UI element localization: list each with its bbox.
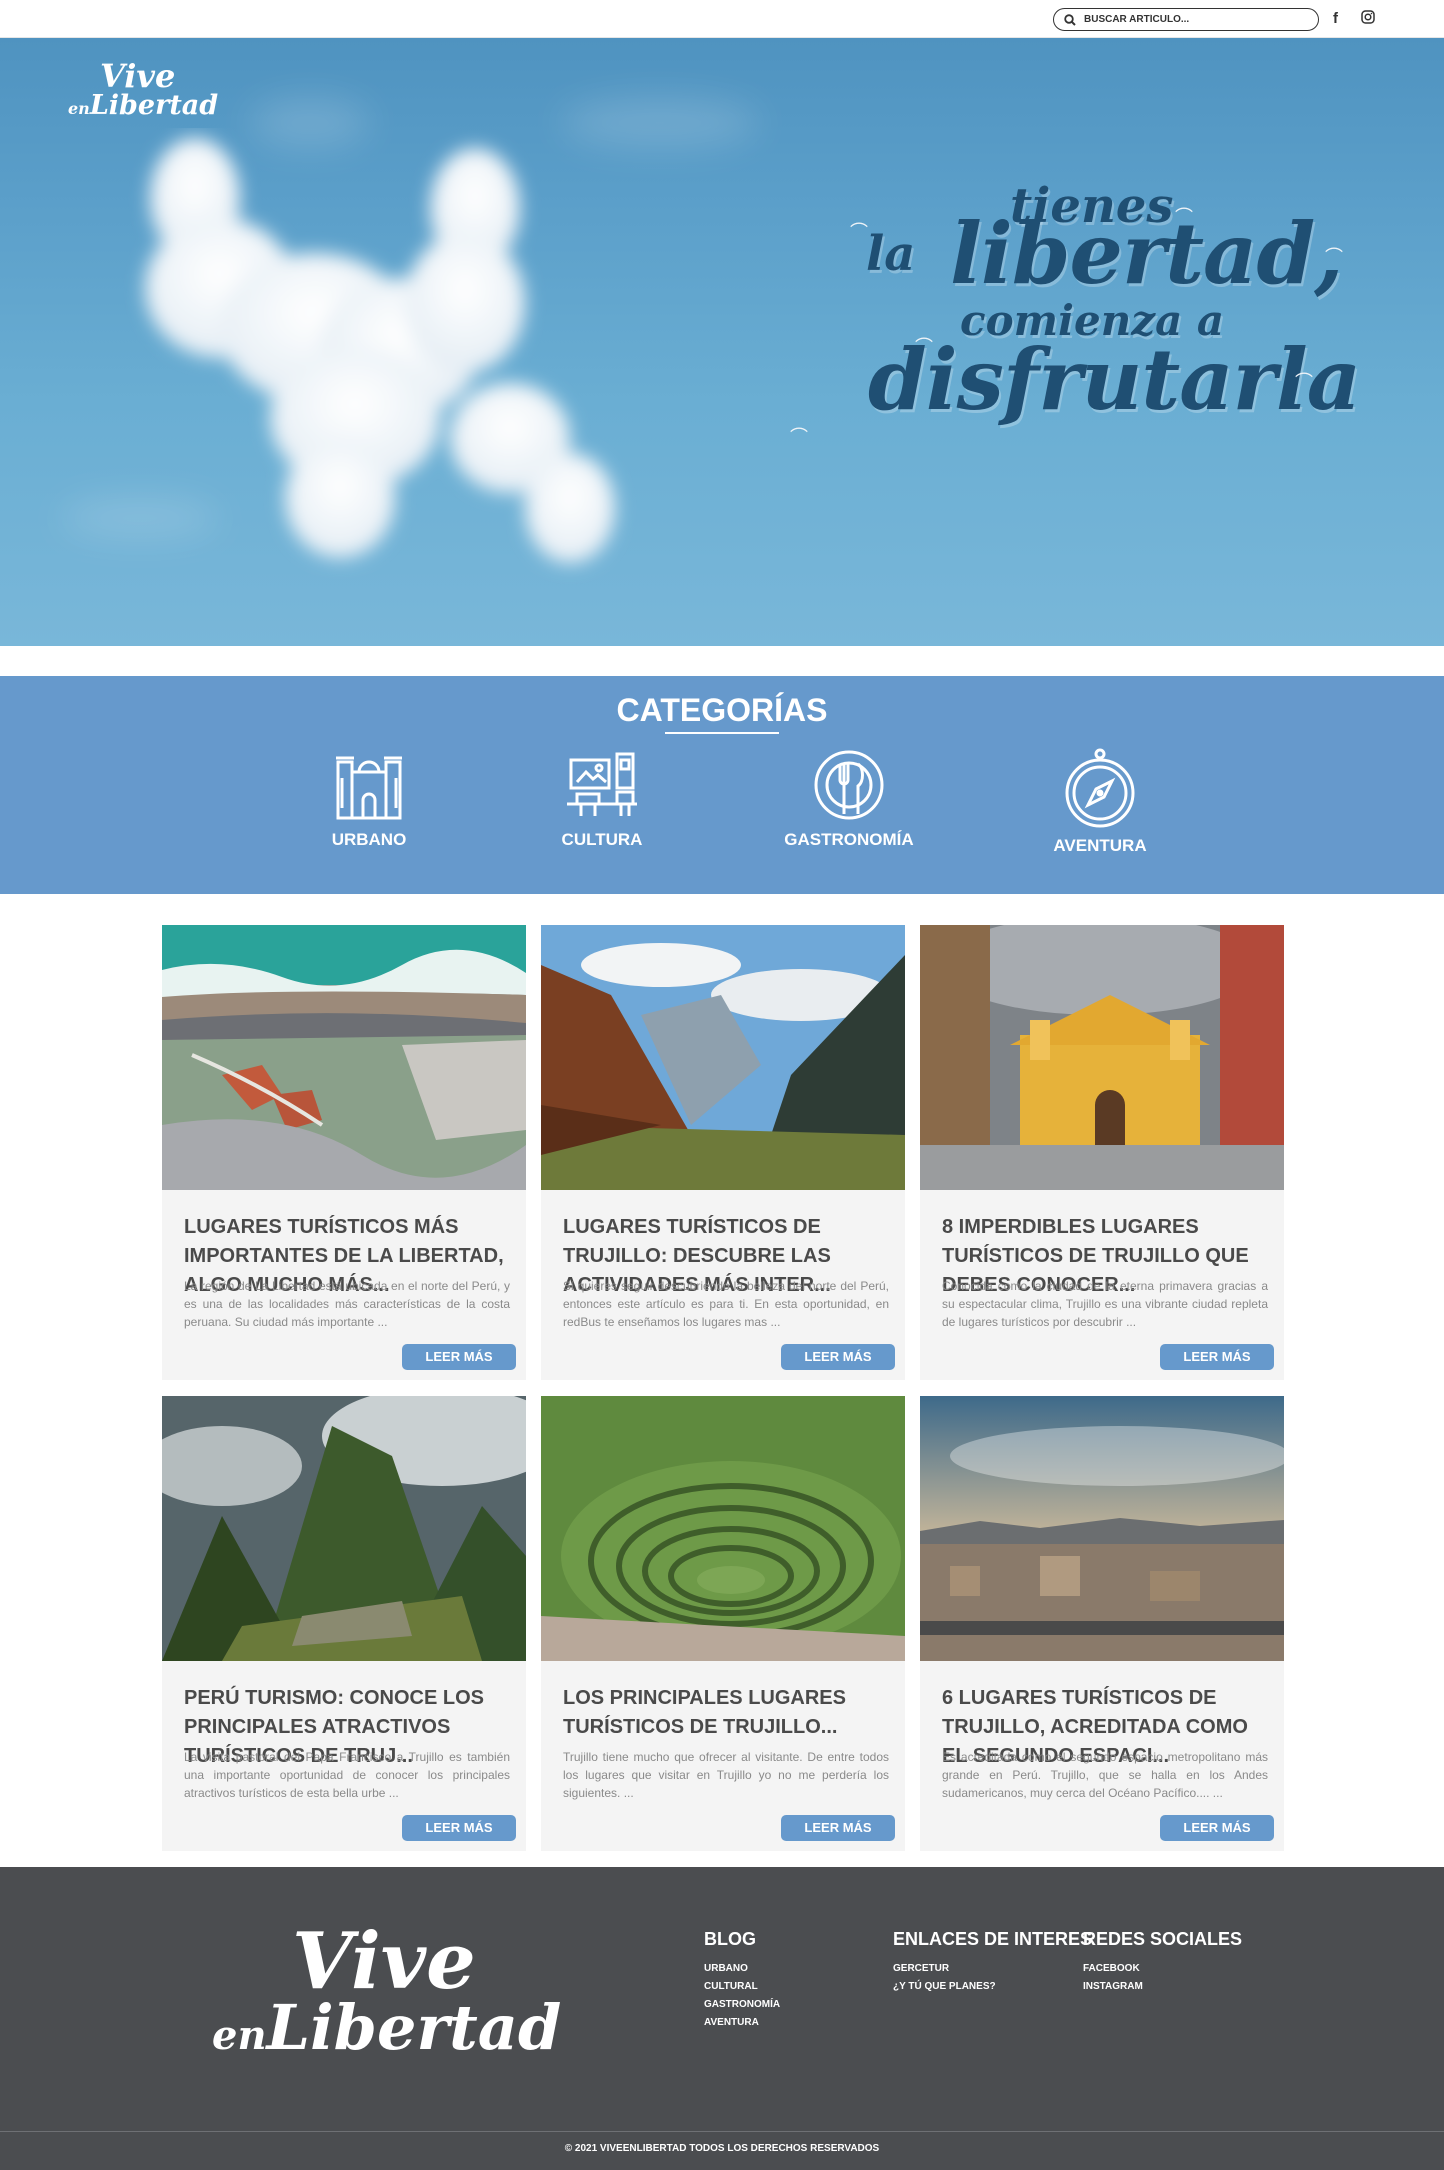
title-underline	[665, 732, 779, 734]
article-excerpt: Es acreditada como el segundo espacio me…	[942, 1750, 1268, 1800]
plate-icon	[814, 750, 884, 820]
article-image[interactable]	[541, 1396, 905, 1661]
search-box[interactable]	[1053, 8, 1319, 31]
footer-divider	[0, 2131, 1444, 2132]
article-image[interactable]	[162, 1396, 526, 1661]
footer-link-gercetur[interactable]: GERCETUR	[893, 1960, 1092, 1978]
categories-section: CATEGORÍAS URBANO CULTURA GASTRONOMÍA AV…	[0, 676, 1444, 894]
bird-icon: ⌒	[1295, 372, 1313, 392]
compass-icon	[1065, 748, 1135, 828]
article-excerpt: Si quieres seguir descubriendo la bellez…	[563, 1279, 889, 1329]
hero-banner: Vive enLibertad tienes la libertad, comi…	[0, 38, 1444, 646]
footer-column-redes: REDES SOCIALES FACEBOOK INSTAGRAM	[1083, 1929, 1242, 1996]
bird-icon: ⌒	[1325, 247, 1343, 267]
read-more-button[interactable]: LEER MÁS	[402, 1344, 516, 1370]
article-excerpt: Trujillo tiene mucho que ofrecer al visi…	[563, 1750, 889, 1800]
category-label: URBANO	[331, 830, 407, 849]
category-label: GASTRONOMÍA	[784, 830, 914, 849]
footer-link-gastronomia[interactable]: GASTRONOMÍA	[704, 1996, 780, 2014]
read-more-button[interactable]: LEER MÁS	[781, 1344, 895, 1370]
read-more-button[interactable]: LEER MÁS	[781, 1815, 895, 1841]
bird-icon: ⌒	[850, 222, 868, 242]
footer-heading: BLOG	[704, 1929, 756, 1949]
article-image[interactable]	[920, 1396, 1284, 1661]
facebook-icon[interactable]: f	[1333, 10, 1338, 28]
article-card[interactable]: 8 IMPERDIBLES LUGARES TURÍSTICOS DE TRUJ…	[920, 925, 1284, 1380]
article-card[interactable]: LOS PRINCIPALES LUGARES TURÍSTICOS DE TR…	[541, 1396, 905, 1851]
bird-icon: ⌒	[915, 337, 933, 357]
category-urbano[interactable]: URBANO	[299, 748, 439, 850]
footer-link-aventura[interactable]: AVENTURA	[704, 2014, 780, 2032]
top-bar: f	[0, 0, 1444, 38]
footer-link-instagram[interactable]: INSTAGRAM	[1083, 1978, 1242, 1996]
read-more-button[interactable]: LEER MÁS	[1160, 1344, 1274, 1370]
footer: Vive enLibertad BLOG URBANO CULTURAL GAS…	[0, 1867, 1444, 2170]
building-icon	[336, 756, 402, 820]
article-image[interactable]	[162, 925, 526, 1190]
category-label: CULTURA	[561, 830, 643, 849]
category-aventura[interactable]: AVENTURA	[1030, 748, 1170, 856]
footer-column-enlaces: ENLACES DE INTERES GERCETUR ¿Y TÚ QUE PL…	[893, 1929, 1092, 1996]
article-card[interactable]: PERÚ TURISMO: CONOCE LOS PRINCIPALES ATR…	[162, 1396, 526, 1851]
bird-icon: ⌒	[790, 427, 808, 447]
footer-heading: ENLACES DE INTERES	[893, 1929, 1093, 1949]
museum-icon	[567, 752, 637, 816]
search-input[interactable]	[1084, 14, 1304, 25]
article-image[interactable]	[920, 925, 1284, 1190]
instagram-icon[interactable]	[1361, 10, 1375, 29]
article-card[interactable]: LUGARES TURÍSTICOS DE TRUJILLO: DESCUBRE…	[541, 925, 905, 1380]
categories-title: CATEGORÍAS	[616, 692, 828, 728]
article-card[interactable]: LUGARES TURÍSTICOS MÁS IMPORTANTES DE LA…	[162, 925, 526, 1380]
category-gastronomia[interactable]: GASTRONOMÍA	[779, 748, 919, 850]
read-more-button[interactable]: LEER MÁS	[402, 1815, 516, 1841]
article-card[interactable]: 6 LUGARES TURÍSTICOS DE TRUJILLO, ACREDI…	[920, 1396, 1284, 1851]
article-excerpt: La visita pastoral del Papa Francisco a …	[184, 1750, 510, 1800]
article-title[interactable]: LOS PRINCIPALES LUGARES TURÍSTICOS DE TR…	[563, 1684, 889, 1742]
category-cultura[interactable]: CULTURA	[532, 748, 672, 850]
footer-column-blog: BLOG URBANO CULTURAL GASTRONOMÍA AVENTUR…	[704, 1929, 780, 2032]
site-logo[interactable]: Vive enLibertad	[68, 60, 218, 119]
search-icon	[1064, 13, 1076, 26]
footer-logo[interactable]: Vive enLibertad	[212, 1923, 561, 2059]
bird-icon: ⌒	[1175, 207, 1193, 227]
footer-link-facebook[interactable]: FACEBOOK	[1083, 1960, 1242, 1978]
article-excerpt: La región de La Libertad está ubicada en…	[184, 1279, 510, 1329]
article-image[interactable]	[541, 925, 905, 1190]
footer-heading: REDES SOCIALES	[1083, 1929, 1243, 1949]
read-more-button[interactable]: LEER MÁS	[1160, 1815, 1274, 1841]
copyright-text: © 2021 VIVEENLIBERTAD TODOS LOS DERECHOS…	[564, 2143, 880, 2154]
footer-link-y-tu-que-planes[interactable]: ¿Y TÚ QUE PLANES?	[893, 1978, 1092, 1996]
footer-link-urbano[interactable]: URBANO	[704, 1960, 780, 1978]
category-label: AVENTURA	[1053, 836, 1147, 855]
article-excerpt: Conocida como la ciudad de la eterna pri…	[942, 1279, 1268, 1329]
footer-link-cultural[interactable]: CULTURAL	[704, 1978, 780, 1996]
heart-cloud-image	[145, 138, 615, 563]
